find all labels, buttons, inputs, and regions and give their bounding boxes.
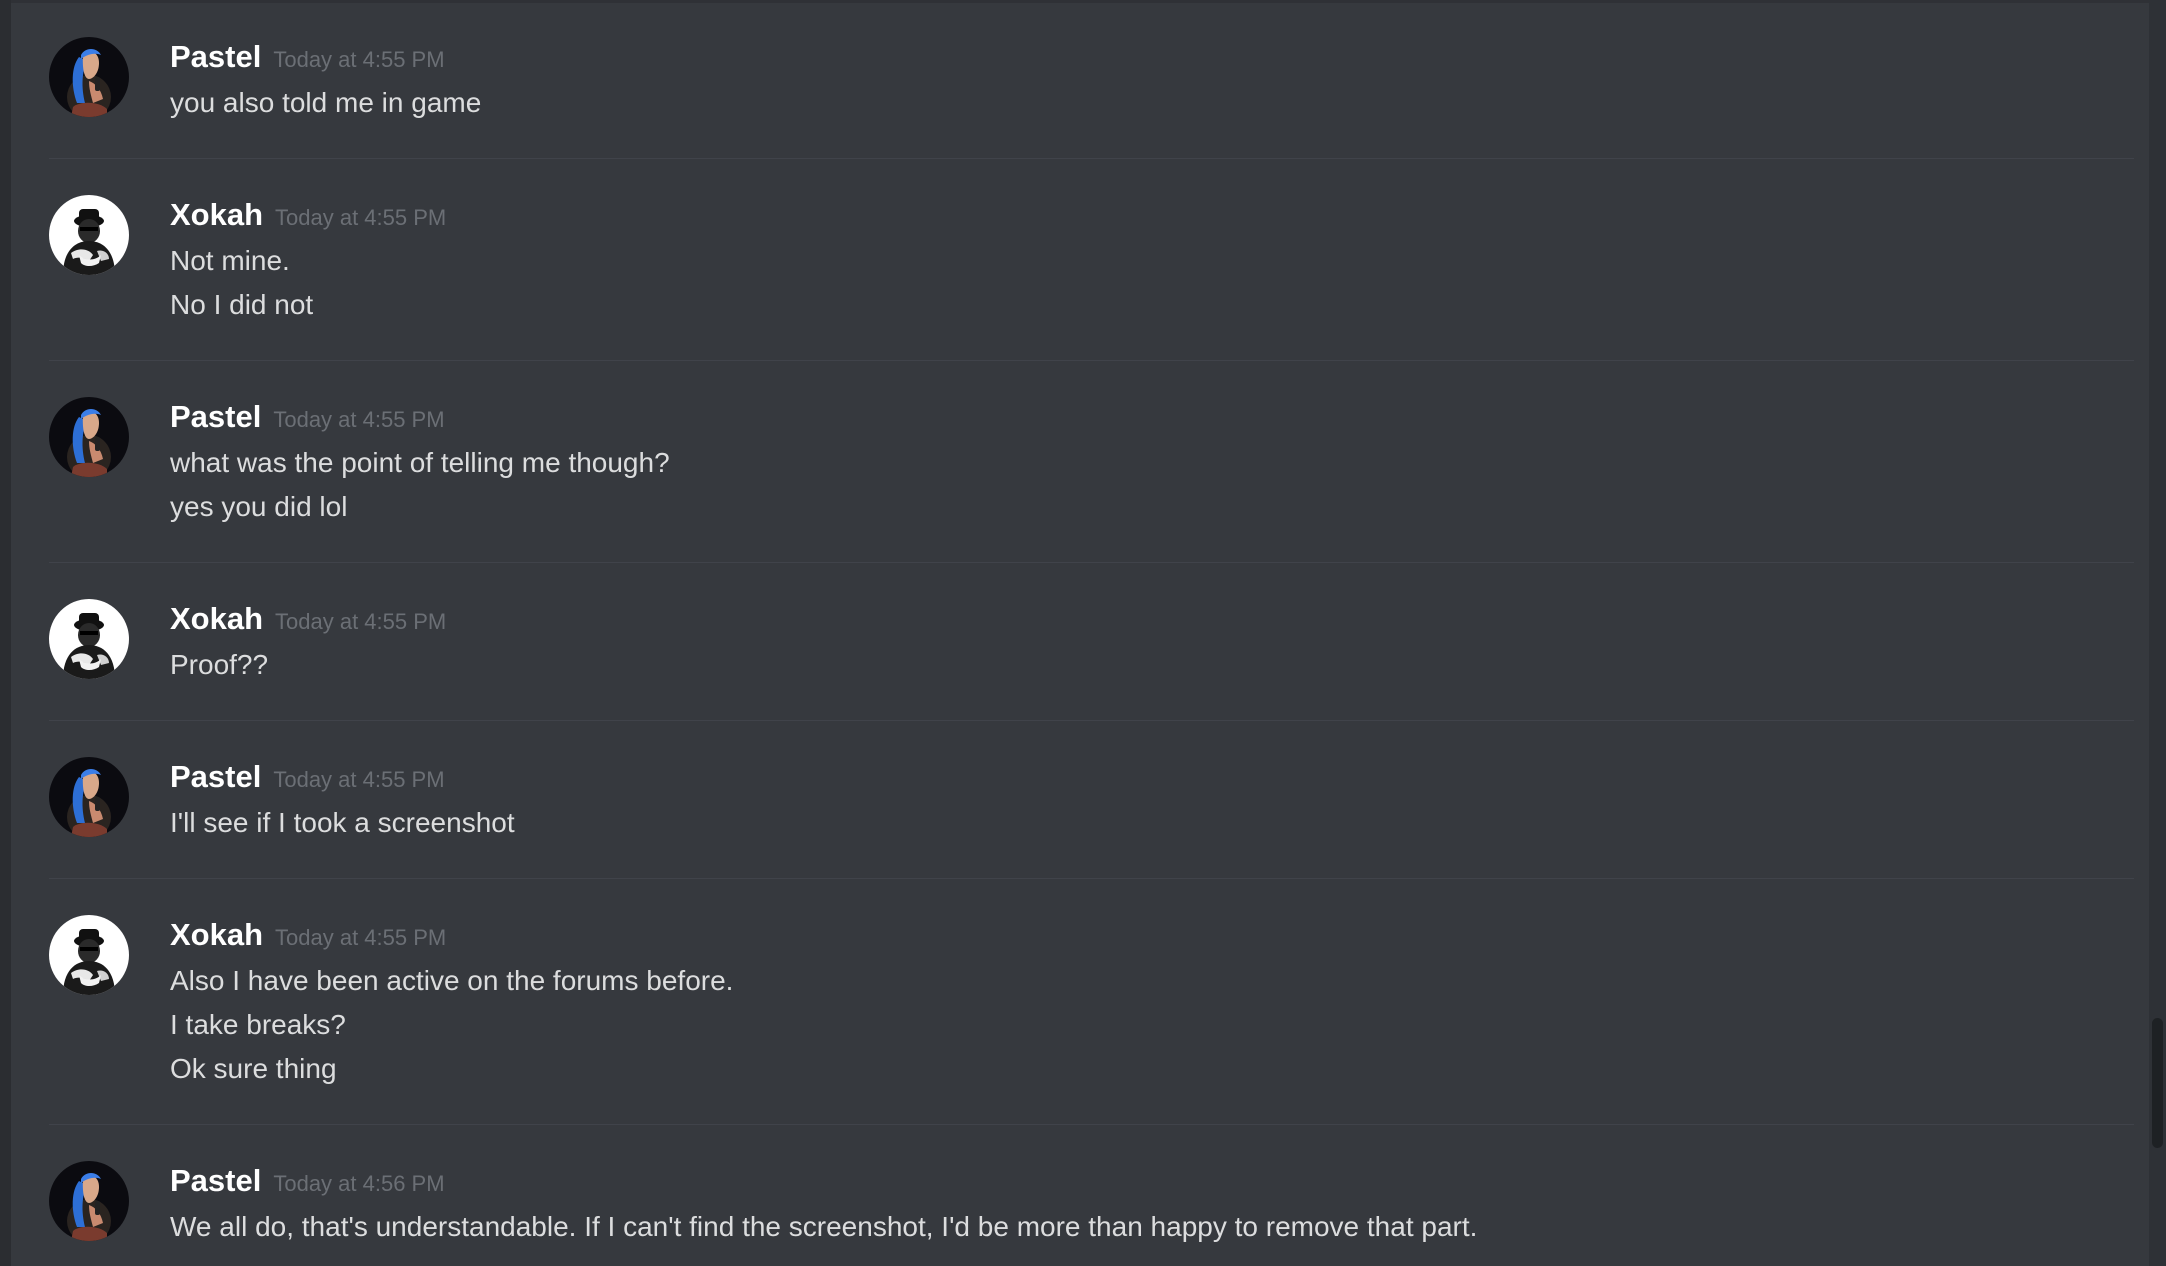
message-line: We all do, that's understandable. If I c… — [170, 1211, 1478, 1242]
timestamp: Today at 4:55 PM — [273, 767, 445, 792]
message-header: Xokah Today at 4:55 PM — [170, 599, 446, 639]
author-name[interactable]: Pastel — [170, 39, 261, 74]
timestamp: Today at 4:56 PM — [273, 1171, 445, 1196]
pastel-avatar[interactable] — [49, 757, 129, 837]
message-line: what was the point of telling me though? — [170, 447, 670, 478]
divider — [49, 158, 2134, 159]
divider — [49, 1124, 2134, 1125]
xokah-avatar[interactable] — [49, 599, 129, 679]
message-line: I'll see if I took a screenshot — [170, 807, 515, 838]
pastel-avatar[interactable] — [49, 397, 129, 477]
message-line: Not mine. — [170, 245, 290, 276]
message-line: Ok sure thing — [170, 1053, 337, 1084]
message-body: I'll see if I took a screenshot — [170, 801, 515, 845]
divider — [49, 720, 2134, 721]
message-header: Pastel Today at 4:55 PM — [170, 37, 445, 77]
message-line: you also told me in game — [170, 87, 482, 118]
scrollbar-thumb[interactable] — [2152, 1018, 2163, 1148]
message-body: We all do, that's understandable. If I c… — [170, 1205, 1477, 1249]
timestamp: Today at 4:55 PM — [275, 609, 447, 634]
message-body: what was the point of telling me though?… — [170, 441, 670, 529]
message-body: you also told me in game — [170, 81, 481, 125]
author-name[interactable]: Pastel — [170, 399, 261, 434]
left-edge — [0, 0, 11, 1266]
divider — [49, 360, 2134, 361]
timestamp: Today at 4:55 PM — [273, 47, 445, 72]
timestamp: Today at 4:55 PM — [275, 205, 447, 230]
message-body: Proof?? — [170, 643, 268, 687]
message-list[interactable]: Pastel Today at 4:55 PM you also told me … — [11, 0, 2149, 1266]
pastel-avatar[interactable] — [49, 1161, 129, 1241]
divider — [49, 878, 2134, 879]
author-name[interactable]: Xokah — [170, 601, 263, 636]
message-header: Pastel Today at 4:56 PM — [170, 1161, 445, 1201]
xokah-avatar[interactable] — [49, 915, 129, 995]
message-header: Pastel Today at 4:55 PM — [170, 397, 445, 437]
xokah-avatar[interactable] — [49, 195, 129, 275]
author-name[interactable]: Xokah — [170, 917, 263, 952]
author-name[interactable]: Xokah — [170, 197, 263, 232]
divider — [49, 562, 2134, 563]
scrollbar[interactable] — [2149, 0, 2166, 1266]
timestamp: Today at 4:55 PM — [275, 925, 447, 950]
message-line: yes you did lol — [170, 491, 348, 522]
pastel-avatar[interactable] — [49, 37, 129, 117]
timestamp: Today at 4:55 PM — [273, 407, 445, 432]
message-header: Xokah Today at 4:55 PM — [170, 915, 446, 955]
author-name[interactable]: Pastel — [170, 1163, 261, 1198]
message-header: Xokah Today at 4:55 PM — [170, 195, 446, 235]
message-line: No I did not — [170, 289, 314, 320]
author-name[interactable]: Pastel — [170, 759, 261, 794]
message-header: Pastel Today at 4:55 PM — [170, 757, 445, 797]
message-line: Also I have been active on the forums be… — [170, 965, 734, 996]
message-body: Not mine. No I did not — [170, 239, 313, 327]
message-line: I take breaks? — [170, 1009, 346, 1040]
message-line: Proof?? — [170, 649, 269, 680]
message-body: Also I have been active on the forums be… — [170, 959, 733, 1091]
